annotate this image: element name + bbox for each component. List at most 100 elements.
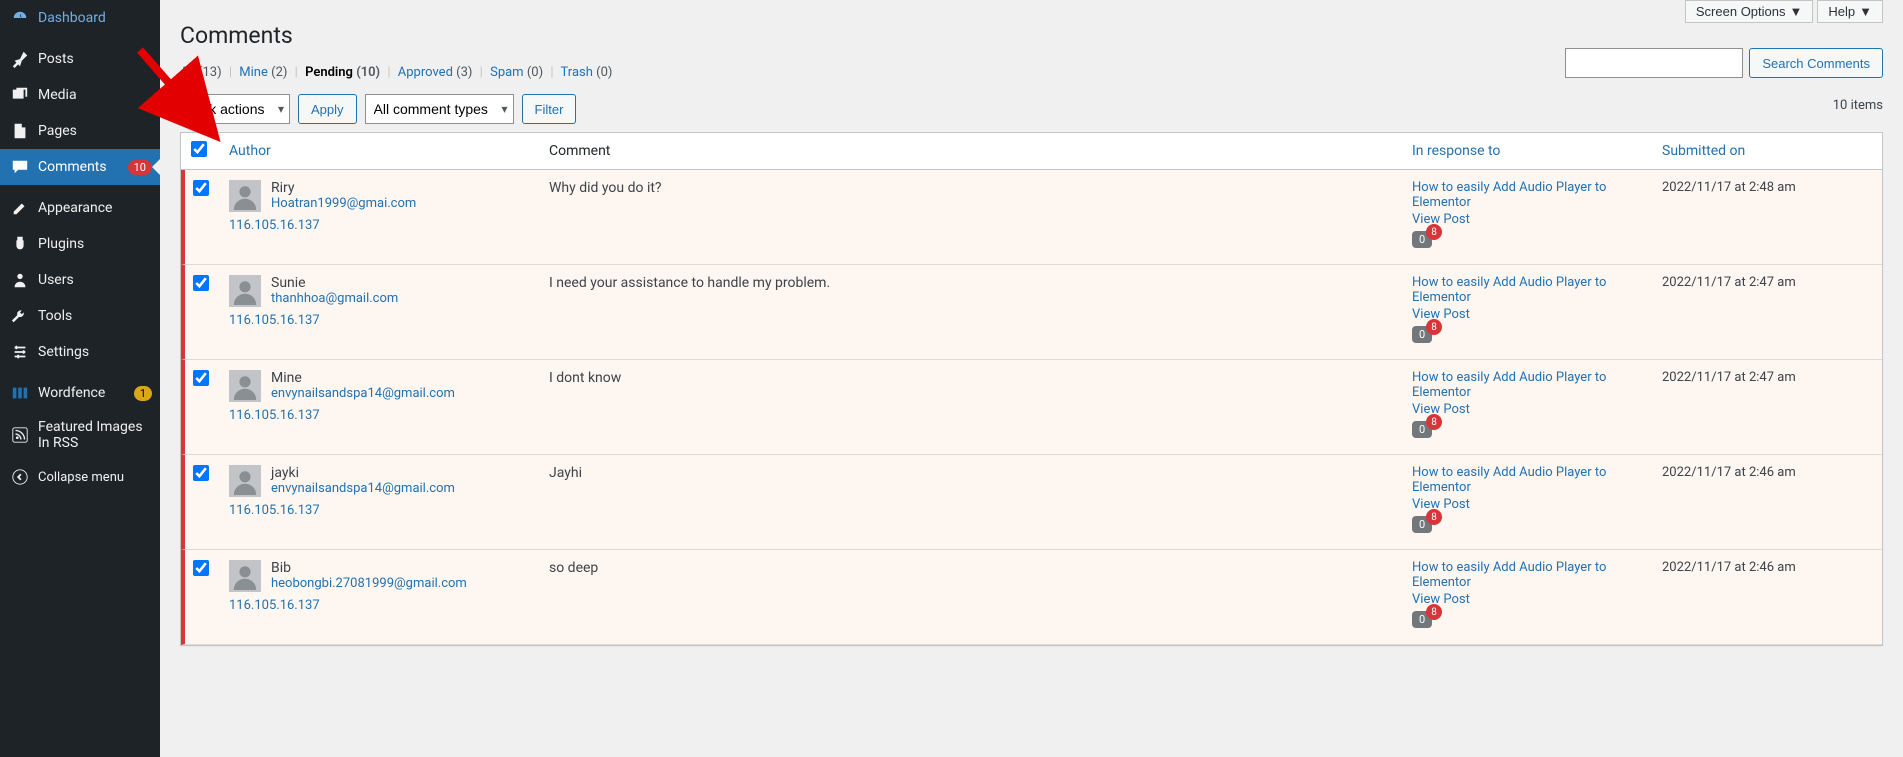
header-date[interactable]: Submitted on xyxy=(1652,133,1882,170)
settings-icon xyxy=(10,342,30,362)
row-checkbox[interactable] xyxy=(193,180,209,196)
sidebar-item-tools[interactable]: Tools xyxy=(0,298,160,334)
author-email[interactable]: Hoatran1999@gmai.com xyxy=(271,196,416,211)
appearance-icon xyxy=(10,198,30,218)
sidebar-label: Wordfence xyxy=(38,385,130,401)
filter-approved[interactable]: Approved (3) xyxy=(398,65,473,80)
comment-icon xyxy=(10,157,30,177)
row-checkbox[interactable] xyxy=(193,560,209,576)
comment-types-select[interactable]: All comment types xyxy=(365,94,514,124)
comment-date: 2022/11/17 at 2:48 am xyxy=(1652,170,1882,265)
filter-mine[interactable]: Mine (2) xyxy=(239,65,287,80)
filter-pending[interactable]: Pending (10) xyxy=(305,65,380,80)
sidebar-label: Collapse menu xyxy=(38,470,152,485)
comment-text: I dont know xyxy=(549,370,1392,386)
author-ip[interactable]: 116.105.16.137 xyxy=(229,503,320,518)
author-ip[interactable]: 116.105.16.137 xyxy=(229,218,320,233)
pending-count-badge: 8 xyxy=(1426,319,1442,335)
actions-row: Bulk actions Apply All comment types Fil… xyxy=(180,94,1883,124)
avatar xyxy=(229,275,261,307)
table-row: Riry Hoatran1999@gmai.com 116.105.16.137… xyxy=(181,170,1882,265)
comment-text: so deep xyxy=(549,560,1392,576)
screen-options-label: Screen Options xyxy=(1696,4,1786,19)
author-email[interactable]: envynailsandspa14@gmail.com xyxy=(271,481,455,496)
chevron-down-icon: ▼ xyxy=(1790,4,1803,19)
comment-date: 2022/11/17 at 2:47 am xyxy=(1652,360,1882,455)
sidebar-item-plugins[interactable]: Plugins xyxy=(0,226,160,262)
author-email[interactable]: heobongbi.27081999@gmail.com xyxy=(271,576,467,591)
filter-button[interactable]: Filter xyxy=(522,94,577,124)
pages-icon xyxy=(10,121,30,141)
sidebar-label: Users xyxy=(38,272,152,288)
filter-spam[interactable]: Spam (0) xyxy=(490,65,543,80)
author-name: Riry xyxy=(271,180,416,196)
search-input[interactable] xyxy=(1565,48,1743,78)
tools-icon xyxy=(10,306,30,326)
sidebar-item-dashboard[interactable]: Dashboard xyxy=(0,0,160,36)
post-link[interactable]: How to easily Add Audio Player to Elemen… xyxy=(1412,370,1642,400)
sidebar-label: Plugins xyxy=(38,236,152,252)
author-name: Mine xyxy=(271,370,455,386)
search-row: Search Comments xyxy=(1565,48,1883,78)
comment-date: 2022/11/17 at 2:47 am xyxy=(1652,265,1882,360)
plugin-icon xyxy=(10,234,30,254)
comment-text: Jayhi xyxy=(549,465,1392,481)
sidebar-label: Tools xyxy=(38,308,152,324)
sidebar-item-settings[interactable]: Settings xyxy=(0,334,160,370)
view-post-link[interactable]: View Post xyxy=(1412,497,1642,512)
row-checkbox[interactable] xyxy=(193,370,209,386)
sidebar-item-users[interactable]: Users xyxy=(0,262,160,298)
view-post-link[interactable]: View Post xyxy=(1412,307,1642,322)
author-ip[interactable]: 116.105.16.137 xyxy=(229,598,320,613)
help-button[interactable]: Help ▼ xyxy=(1817,0,1883,23)
view-post-link[interactable]: View Post xyxy=(1412,402,1642,417)
dashboard-icon xyxy=(10,8,30,28)
author-email[interactable]: thanhhoa@gmail.com xyxy=(271,291,398,306)
sidebar-item-collapse[interactable]: Collapse menu xyxy=(0,459,160,495)
sidebar-badge: 1 xyxy=(134,386,152,401)
header-author[interactable]: Author xyxy=(219,133,539,170)
author-ip[interactable]: 116.105.16.137 xyxy=(229,408,320,423)
screen-options-button[interactable]: Screen Options ▼ xyxy=(1685,0,1813,23)
items-count: 10 items xyxy=(1833,98,1883,113)
sidebar-item-appearance[interactable]: Appearance xyxy=(0,190,160,226)
help-label: Help xyxy=(1828,4,1855,19)
row-checkbox[interactable] xyxy=(193,275,209,291)
table-row: Bib heobongbi.27081999@gmail.com 116.105… xyxy=(181,550,1882,645)
post-link[interactable]: How to easily Add Audio Player to Elemen… xyxy=(1412,275,1642,305)
table-row: Mine envynailsandspa14@gmail.com 116.105… xyxy=(181,360,1882,455)
header-comment: Comment xyxy=(539,133,1402,170)
sidebar-label: Appearance xyxy=(38,200,152,216)
wordfence-icon xyxy=(10,383,30,403)
comment-text: Why did you do it? xyxy=(549,180,1392,196)
filter-trash[interactable]: Trash (0) xyxy=(561,65,613,80)
avatar xyxy=(229,560,261,592)
pin-icon xyxy=(10,49,30,69)
search-comments-button[interactable]: Search Comments xyxy=(1749,48,1883,78)
sidebar-label: Dashboard xyxy=(38,10,152,26)
top-buttons: Screen Options ▼ Help ▼ xyxy=(1685,0,1883,23)
apply-button[interactable]: Apply xyxy=(298,94,357,124)
pending-count-badge: 8 xyxy=(1426,604,1442,620)
sidebar-item-featured-images[interactable]: Featured Images In RSS xyxy=(0,411,160,459)
page-title: Comments xyxy=(180,22,1883,49)
main-content: Screen Options ▼ Help ▼ Comments All (13… xyxy=(160,0,1903,757)
author-name: Bib xyxy=(271,560,467,576)
rss-icon xyxy=(10,425,30,445)
comment-text: I need your assistance to handle my prob… xyxy=(549,275,1392,291)
chevron-down-icon: ▼ xyxy=(1859,4,1872,19)
sidebar-badge: 10 xyxy=(128,160,152,175)
sidebar-item-wordfence[interactable]: Wordfence 1 xyxy=(0,375,160,411)
view-post-link[interactable]: View Post xyxy=(1412,212,1642,227)
author-name: Sunie xyxy=(271,275,398,291)
post-link[interactable]: How to easily Add Audio Player to Elemen… xyxy=(1412,560,1642,590)
author-email[interactable]: envynailsandspa14@gmail.com xyxy=(271,386,455,401)
row-checkbox[interactable] xyxy=(193,465,209,481)
sidebar-label: Settings xyxy=(38,344,152,360)
author-ip[interactable]: 116.105.16.137 xyxy=(229,313,320,328)
post-link[interactable]: How to easily Add Audio Player to Elemen… xyxy=(1412,465,1642,495)
post-link[interactable]: How to easily Add Audio Player to Elemen… xyxy=(1412,180,1642,210)
users-icon xyxy=(10,270,30,290)
header-response[interactable]: In response to xyxy=(1402,133,1652,170)
view-post-link[interactable]: View Post xyxy=(1412,592,1642,607)
